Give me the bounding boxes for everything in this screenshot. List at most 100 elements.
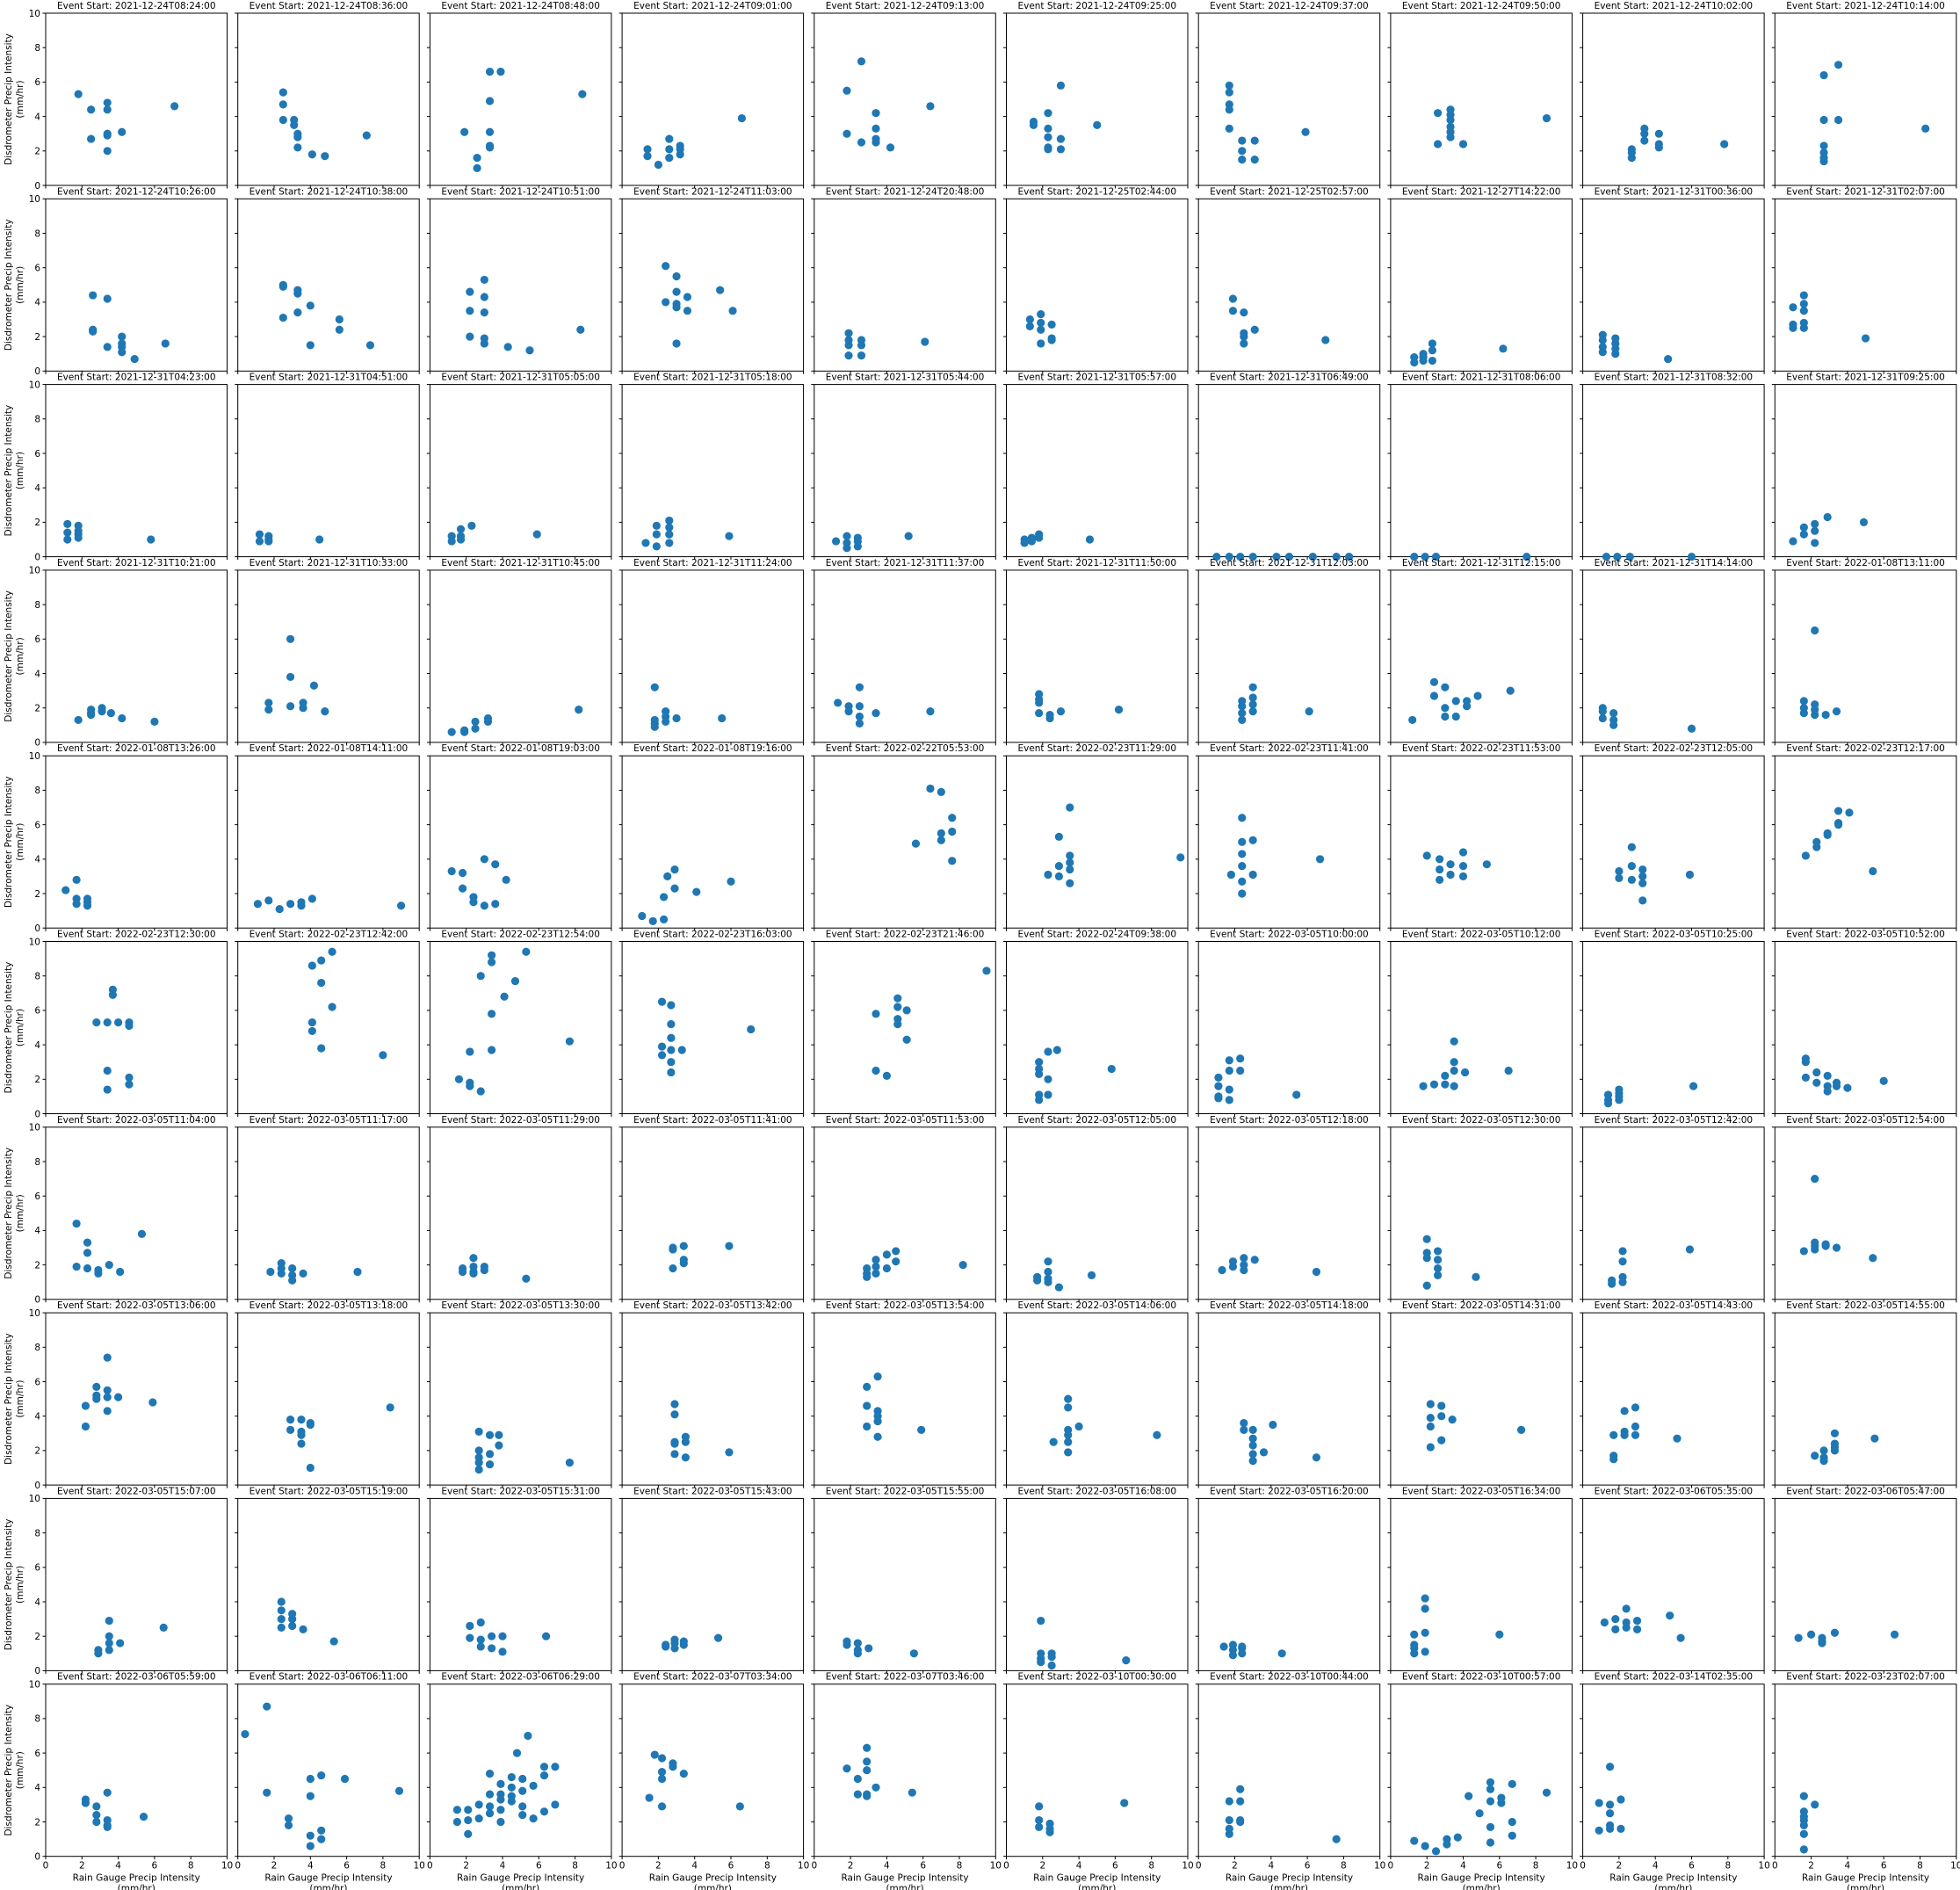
data-point xyxy=(1064,1437,1073,1446)
data-point xyxy=(1225,1797,1233,1806)
data-point xyxy=(507,1783,516,1792)
data-point xyxy=(485,143,495,152)
data-point xyxy=(1426,1443,1435,1452)
data-point xyxy=(737,113,746,123)
data-point xyxy=(1066,858,1074,867)
data-point xyxy=(1044,1257,1052,1266)
data-point xyxy=(496,1779,505,1788)
data-point xyxy=(1238,862,1247,871)
data-point xyxy=(1811,526,1819,535)
data-point xyxy=(105,1616,113,1626)
subplot-title: Event Start: 2022-02-23T11:53:00 xyxy=(1402,743,1561,754)
data-point xyxy=(1799,697,1808,706)
data-point xyxy=(1465,1792,1473,1800)
data-point xyxy=(241,1729,250,1739)
data-point xyxy=(118,127,127,136)
data-point xyxy=(1622,1623,1631,1632)
data-point xyxy=(1812,1068,1821,1077)
data-point xyxy=(1422,1254,1431,1263)
data-point xyxy=(105,1261,113,1270)
data-point xyxy=(1869,1254,1877,1263)
x-axis-label-line: Rain Gauge Precip Intensity xyxy=(457,1873,584,1884)
data-point xyxy=(1225,124,1233,133)
subplot-title: Event Start: 2021-12-31T08:06:00 xyxy=(1402,373,1561,383)
subplot-title: Event Start: 2022-03-05T10:52:00 xyxy=(1786,930,1945,940)
data-point xyxy=(1615,1096,1624,1104)
data-point xyxy=(452,1817,461,1827)
data-point xyxy=(518,1774,527,1784)
data-point xyxy=(476,1635,485,1644)
data-point xyxy=(1044,145,1052,154)
data-point xyxy=(1801,851,1811,860)
data-point xyxy=(882,1250,892,1259)
data-point xyxy=(467,521,476,530)
data-point xyxy=(1627,875,1636,884)
data-point xyxy=(335,325,344,334)
data-point xyxy=(61,886,70,894)
subplot-title: Event Start: 2021-12-31T10:21:00 xyxy=(57,558,216,568)
subplot-title: Event Start: 2022-03-05T12:54:00 xyxy=(1786,1115,1945,1126)
data-point xyxy=(670,884,679,893)
data-point xyxy=(1821,1242,1830,1250)
data-point xyxy=(365,341,375,350)
data-point xyxy=(1676,1633,1685,1642)
data-point xyxy=(309,681,319,690)
data-point xyxy=(1421,1628,1429,1637)
data-point xyxy=(379,1051,387,1060)
data-point xyxy=(1441,1071,1450,1080)
data-point xyxy=(1811,539,1819,547)
data-point xyxy=(1516,1425,1526,1434)
data-point xyxy=(672,339,681,348)
data-point xyxy=(1685,1245,1695,1254)
data-point xyxy=(843,1640,851,1649)
data-point xyxy=(1794,1633,1803,1642)
data-point xyxy=(105,1646,113,1655)
data-point xyxy=(1627,862,1636,871)
data-point xyxy=(94,1269,103,1278)
x-tick-label: 2 xyxy=(848,1861,854,1872)
data-point xyxy=(1429,692,1439,700)
y-tick-label: 6 xyxy=(34,77,40,88)
x-tick-label: 0 xyxy=(811,1861,817,1872)
x-tick-label: 8 xyxy=(572,1861,578,1872)
data-point xyxy=(1879,1076,1888,1085)
data-point xyxy=(662,717,670,726)
data-point xyxy=(466,1621,474,1631)
data-point xyxy=(1236,1785,1245,1793)
data-point xyxy=(1450,1058,1458,1067)
data-point xyxy=(1609,708,1618,718)
data-point xyxy=(1428,339,1436,348)
subplot-title: Event Start: 2022-03-05T15:19:00 xyxy=(250,1486,409,1496)
y-tick-label: 8 xyxy=(34,1528,40,1539)
data-point xyxy=(1025,315,1034,324)
data-point xyxy=(872,109,880,118)
x-tick-label: 10 xyxy=(1182,1861,1193,1872)
subplot-title: Event Start: 2022-02-23T21:46:00 xyxy=(826,930,985,940)
data-point xyxy=(1627,154,1636,163)
data-point xyxy=(1044,870,1052,880)
y-tick-label: 4 xyxy=(34,669,40,679)
data-point xyxy=(1426,1400,1435,1408)
data-point xyxy=(1433,1256,1443,1264)
data-point xyxy=(872,1256,880,1264)
subplot-title: Event Start: 2022-03-05T10:00:00 xyxy=(1210,930,1369,940)
y-tick-label: 8 xyxy=(34,228,40,239)
data-point xyxy=(1799,1845,1808,1854)
data-point xyxy=(1811,1452,1819,1460)
x-tick-label: 8 xyxy=(1341,1861,1347,1872)
subplot-title: Event Start: 2021-12-31T10:45:00 xyxy=(441,558,600,568)
data-point xyxy=(1114,706,1124,714)
data-point xyxy=(1066,803,1074,812)
data-point xyxy=(1250,156,1259,164)
data-point xyxy=(1238,850,1247,858)
data-point xyxy=(81,1422,90,1431)
x-axis-label-line: (mm/hr) xyxy=(1654,1884,1692,1890)
data-point xyxy=(518,1786,527,1795)
data-point xyxy=(1093,120,1102,129)
y-axis-label-line: (mm/hr) xyxy=(15,1009,25,1046)
data-point xyxy=(855,702,864,711)
y-tick-label: 2 xyxy=(34,1260,40,1271)
data-point xyxy=(396,902,406,910)
data-point xyxy=(683,293,692,301)
data-point xyxy=(1037,339,1045,348)
